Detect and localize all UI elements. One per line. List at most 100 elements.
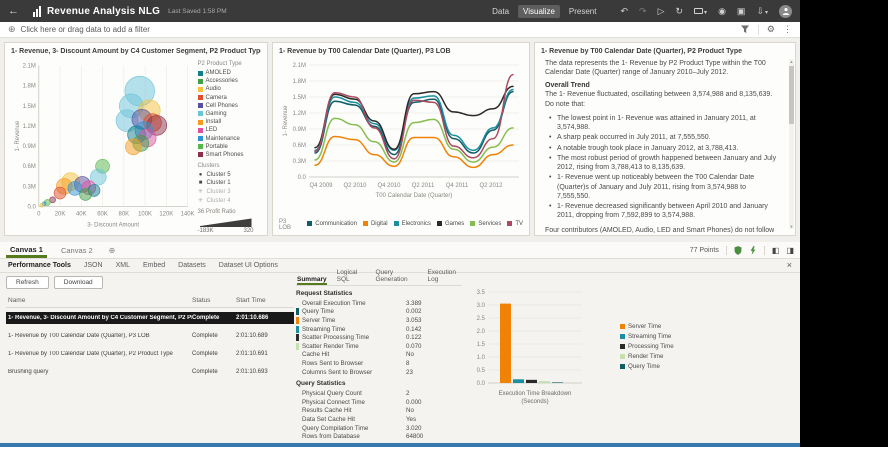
refresh-button[interactable]: Refresh — [6, 276, 49, 289]
mode-tab-visualize[interactable]: Visualize — [518, 5, 560, 18]
summary-tab-query-generation[interactable]: Query Generation — [375, 269, 417, 285]
bar-render-time[interactable] — [539, 381, 550, 383]
mode-tab-data[interactable]: Data — [487, 5, 514, 18]
table-row[interactable]: 1- Revenue by T00 Calendar Date (Quarter… — [6, 348, 294, 360]
scatter-bubble[interactable] — [54, 187, 66, 199]
add-filter-icon[interactable]: ⊕ — [8, 24, 16, 35]
legend-item-lob[interactable]: Games — [437, 221, 464, 227]
stat-color-chip — [296, 425, 299, 432]
scrollbar[interactable]: ▲ ▼ — [789, 59, 794, 229]
present-dropdown-icon[interactable]: ▾ — [694, 7, 707, 16]
legend-label: Audio — [206, 86, 221, 92]
narrative-bullet: 1- Revenue went up noticeably between th… — [549, 173, 777, 201]
perf-tab-json[interactable]: JSON — [84, 262, 103, 269]
stat-color-chip — [296, 300, 299, 307]
legend-item-time[interactable]: Render Time — [620, 353, 674, 360]
summary-tab-logical-sql[interactable]: Logical SQL — [337, 269, 366, 285]
execution-time-bar-chart[interactable]: 3.53.02.52.01.51.00.50.0Execution Time B… — [462, 287, 612, 409]
mode-tab-present[interactable]: Present — [564, 5, 602, 18]
legend-item-lob[interactable]: Communication — [307, 221, 357, 227]
undo-icon[interactable]: ↶ — [620, 7, 628, 16]
legend-item-product[interactable]: Gaming — [198, 111, 261, 117]
line-series-tv[interactable] — [315, 75, 513, 159]
y-tick-label: 0.0 — [477, 381, 486, 387]
bar-server-time[interactable] — [500, 304, 511, 383]
filter-bar[interactable]: ⊕ Click here or drag data to add a filte… — [0, 22, 800, 38]
redo-icon[interactable]: ↷ — [639, 7, 647, 16]
avatar[interactable] — [779, 5, 792, 18]
legend-item-time[interactable]: Query Time — [620, 363, 674, 370]
legend-item-cluster[interactable]: ✳Cluster 4 — [198, 197, 261, 204]
narrative-visual-card[interactable]: 1- Revenue by T00 Calendar Date (Quarter… — [534, 42, 796, 236]
legend-item-product[interactable]: Portable — [198, 144, 261, 150]
performance-spark-icon[interactable] — [749, 246, 757, 255]
cluster-legend-items: ●Cluster 5 ■Cluster 1 ✳Cluster 3 ✳Cluster 4 — [198, 172, 261, 205]
legend-item-product[interactable]: Smart Phones — [198, 152, 261, 158]
perf-tab-datasets[interactable]: Datasets — [178, 262, 206, 269]
perf-tab-xml[interactable]: XML — [116, 262, 130, 269]
legend-item-cluster[interactable]: ✳Cluster 3 — [198, 188, 261, 195]
bar-query-time[interactable] — [552, 382, 563, 383]
perf-tab-performance-tools[interactable]: Performance Tools — [8, 262, 71, 269]
legend-item-time[interactable]: Server Time — [620, 323, 674, 330]
filter-tools-icon[interactable] — [741, 25, 750, 34]
scatter-bubble[interactable] — [80, 188, 92, 200]
summary-tab-summary[interactable]: Summary — [297, 276, 327, 285]
table-row[interactable]: Brushing queryComplete2:01:10.693 — [6, 366, 294, 378]
gear-icon[interactable]: ⚙ — [767, 25, 775, 34]
legend-item-time[interactable]: Streaming Time — [620, 333, 674, 340]
legend-item-time[interactable]: Processing Time — [620, 343, 674, 350]
scrollbar-thumb[interactable] — [789, 66, 794, 124]
scatter-plot[interactable]: 020K40K60K80K100K120K140K2.1M1.8M1.5M1.2… — [11, 57, 196, 231]
legend-item-cluster[interactable]: ●Cluster 5 — [198, 172, 261, 178]
line-visual-card[interactable]: 1- Revenue by T00 Calendar Date (Quarter… — [272, 42, 530, 236]
refresh-icon[interactable]: ↻ — [676, 7, 684, 16]
close-panel-icon[interactable]: × — [787, 261, 792, 270]
bar-streaming-time[interactable] — [513, 379, 524, 383]
bar-processing-time[interactable] — [526, 380, 537, 383]
scatter-bubble[interactable] — [40, 203, 44, 207]
legend-item-lob[interactable]: Digital — [363, 221, 388, 227]
legend-item-cluster[interactable]: ■Cluster 1 — [198, 180, 261, 186]
legend-item-product[interactable]: Accessories — [198, 78, 261, 84]
narrative-bullet: The most robust period of growth happene… — [549, 154, 777, 172]
legend-label: Cluster 4 — [207, 198, 231, 204]
legend-item-product[interactable]: LED — [198, 127, 261, 133]
pin-icon[interactable]: ◉ — [718, 7, 726, 16]
legend-item-product[interactable]: Install — [198, 119, 261, 125]
canvas-tab-canvas-1[interactable]: Canvas 1 — [6, 243, 47, 258]
perf-tab-dataset-ui-options[interactable]: Dataset UI Options — [219, 262, 278, 269]
legend-item-product[interactable]: Cell Phones — [198, 103, 261, 109]
legend-item-lob[interactable]: Electronics — [394, 221, 431, 227]
kebab-menu-icon[interactable]: ⋮ — [783, 25, 792, 34]
table-row[interactable]: 1- Revenue, 3- Discount Amount by C4 Cus… — [6, 312, 294, 324]
legend-item-product[interactable]: Audio — [198, 86, 261, 92]
perf-tab-embed[interactable]: Embed — [143, 262, 165, 269]
app-window: ← Revenue Analysis NLG Last Saved 1:58 P… — [0, 0, 800, 447]
summary-tab-execution-log[interactable]: Execution Log — [427, 269, 461, 285]
legend-item-lob[interactable]: TV — [507, 221, 523, 227]
line-chart[interactable]: 2.1M1.8M1.5M1.2M0.9M0.6M0.3M0.0Q4 2009Q2… — [279, 57, 525, 213]
panel-right-toggle-icon[interactable]: ◨ — [786, 247, 794, 255]
canvas-icon[interactable]: ▣ — [737, 7, 746, 16]
legend-item-lob[interactable]: Services — [470, 221, 501, 227]
download-button[interactable]: Download — [54, 276, 103, 289]
legend-item-product[interactable]: AMOLED — [198, 70, 261, 76]
panel-left-toggle-icon[interactable]: ◧ — [772, 247, 780, 255]
stat-row: Overall Execution Time3.389 — [296, 299, 462, 308]
add-canvas-icon[interactable]: ⊕ — [109, 246, 116, 255]
scatter-visual-card[interactable]: 1- Revenue, 3- Discount Amount by C4 Cus… — [4, 42, 268, 236]
table-row[interactable]: 1- Revenue by T00 Calendar Date (Quarter… — [6, 330, 294, 342]
play-icon[interactable]: ▷ — [658, 7, 665, 16]
quality-shield-icon[interactable] — [734, 246, 742, 255]
back-icon[interactable]: ← — [8, 5, 19, 17]
scroll-down-icon[interactable]: ▼ — [789, 224, 794, 229]
legend-item-product[interactable]: Maintenance — [198, 136, 261, 142]
canvas-tab-canvas-2[interactable]: Canvas 2 — [57, 244, 97, 258]
scroll-up-icon[interactable]: ▲ — [789, 59, 794, 64]
summary-tabs: SummaryLogical SQLQuery GenerationExecut… — [296, 273, 462, 286]
scatter-bubble[interactable] — [125, 139, 141, 155]
save-dropdown-icon[interactable]: ⇩▾ — [756, 7, 768, 16]
legend-swatch — [620, 324, 625, 329]
legend-item-product[interactable]: Camera — [198, 95, 261, 101]
